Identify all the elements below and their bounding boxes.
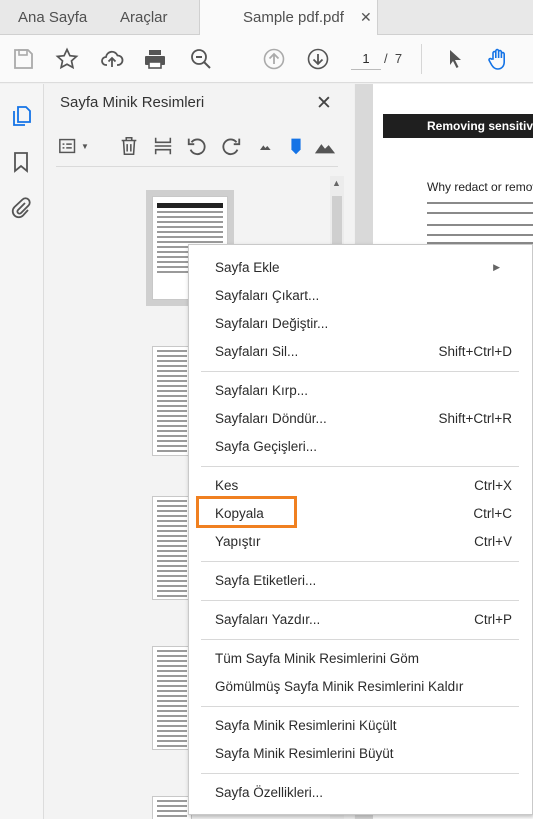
document-header-bar: Removing sensitive: [383, 114, 533, 138]
total-pages: 7: [394, 51, 403, 66]
menu-item-extract-pages[interactable]: Sayfaları Çıkart...: [189, 284, 532, 308]
menu-separator: [201, 706, 519, 707]
panel-divider: [56, 166, 338, 167]
panel-toolbar: ▼: [44, 126, 354, 166]
menu-item-label: Sayfaları Çıkart...: [215, 288, 320, 303]
close-tab-icon[interactable]: ✕: [360, 0, 372, 35]
upload-cloud-icon[interactable]: [98, 45, 126, 73]
document-text-line: [427, 224, 533, 226]
tab-bar: Ana Sayfa Araçlar Sample pdf.pdf ✕: [0, 0, 533, 36]
page-thumbnail[interactable]: [152, 646, 192, 750]
left-rail: [0, 84, 44, 819]
document-text-line: [427, 212, 533, 214]
tab-tools[interactable]: Araçlar: [120, 0, 168, 35]
select-cursor-icon[interactable]: [441, 45, 469, 73]
menu-item-label: Sayfaları Yazdır...: [215, 612, 321, 627]
menu-item-delete-pages[interactable]: Sayfaları Sil... Shift+Ctrl+D: [189, 340, 532, 364]
menu-item-label: Sayfa Özellikleri...: [215, 785, 324, 800]
bookmark-icon[interactable]: [9, 150, 33, 174]
options-menu-icon[interactable]: ▼: [58, 134, 89, 158]
copy-highlight-box: [196, 496, 297, 528]
small-thumbnails-icon[interactable]: [258, 134, 274, 158]
document-text-line: [427, 202, 533, 204]
hand-tool-icon[interactable]: [484, 45, 512, 73]
menu-item-label: Sayfa Minik Resimlerini Küçült: [215, 718, 397, 733]
menu-item-cut[interactable]: Kes Ctrl+X: [189, 474, 532, 498]
menu-item-shortcut: Ctrl+V: [474, 534, 512, 549]
menu-item-insert-page[interactable]: Sayfa Ekle ▶: [189, 256, 532, 280]
menu-item-page-properties[interactable]: Sayfa Özellikleri...: [189, 781, 532, 805]
menu-item-print-pages[interactable]: Sayfaları Yazdır... Ctrl+P: [189, 608, 532, 632]
menu-item-page-labels[interactable]: Sayfa Etiketleri...: [189, 569, 532, 593]
menu-separator: [201, 561, 519, 562]
menu-separator: [201, 639, 519, 640]
menu-item-rotate-pages[interactable]: Sayfaları Döndür... Shift+Ctrl+R: [189, 407, 532, 431]
menu-item-shortcut: Shift+Ctrl+R: [438, 411, 512, 426]
zoom-out-icon[interactable]: [187, 45, 215, 73]
panel-title: Sayfa Minik Resimleri: [60, 94, 205, 111]
page-separator: /: [384, 51, 388, 66]
tab-document[interactable]: Sample pdf.pdf ✕: [199, 0, 378, 36]
menu-item-label: Sayfaları Değiştir...: [215, 316, 329, 331]
thumbnail-size-slider[interactable]: [290, 134, 302, 158]
menu-separator: [201, 773, 519, 774]
attachment-icon[interactable]: [9, 196, 33, 220]
menu-item-replace-pages[interactable]: Sayfaları Değiştir...: [189, 312, 532, 336]
main-toolbar: 1 / 7: [0, 35, 533, 83]
submenu-arrow-icon: ▶: [493, 262, 500, 272]
large-thumbnails-icon[interactable]: [312, 134, 338, 158]
menu-item-label: Sayfaları Sil...: [215, 344, 299, 359]
tab-home[interactable]: Ana Sayfa: [18, 0, 87, 35]
previous-page-icon[interactable]: [260, 45, 288, 73]
menu-item-remove-embedded-thumbnails[interactable]: Gömülmüş Sayfa Minik Resimlerini Kaldır: [189, 675, 532, 699]
menu-item-label: Gömülmüş Sayfa Minik Resimlerini Kaldır: [215, 679, 464, 694]
print-icon[interactable]: [141, 45, 169, 73]
menu-separator: [201, 600, 519, 601]
rotate-left-icon[interactable]: [186, 134, 208, 158]
rotate-right-icon[interactable]: [220, 134, 242, 158]
insert-page-icon[interactable]: [152, 134, 174, 158]
menu-item-label: Sayfaları Döndür...: [215, 411, 327, 426]
scroll-up-icon[interactable]: ▲: [332, 178, 341, 188]
menu-item-label: Sayfa Ekle: [215, 260, 280, 275]
document-text-line: [427, 234, 533, 236]
menu-separator: [201, 371, 519, 372]
menu-item-page-transitions[interactable]: Sayfa Geçişleri...: [189, 435, 532, 459]
menu-item-label: Sayfa Minik Resimlerini Büyüt: [215, 746, 394, 761]
page-thumbnail[interactable]: [152, 346, 192, 456]
menu-separator: [201, 466, 519, 467]
menu-item-label: Sayfa Etiketleri...: [215, 573, 317, 588]
menu-item-label: Yapıştır: [215, 534, 261, 549]
menu-item-enlarge-thumbnails[interactable]: Sayfa Minik Resimlerini Büyüt: [189, 742, 532, 766]
menu-item-label: Kes: [215, 478, 239, 493]
page-count: / 7: [384, 48, 402, 70]
menu-item-label: Sayfa Geçişleri...: [215, 439, 318, 454]
menu-item-reduce-thumbnails[interactable]: Sayfa Minik Resimlerini Küçült: [189, 714, 532, 738]
menu-item-crop-pages[interactable]: Sayfaları Kırp...: [189, 379, 532, 403]
toolbar-divider: [421, 44, 422, 74]
menu-item-label: Tüm Sayfa Minik Resimlerini Göm: [215, 651, 420, 666]
menu-item-paste[interactable]: Yapıştır Ctrl+V: [189, 530, 532, 554]
menu-item-label: Sayfaları Kırp...: [215, 383, 309, 398]
save-icon[interactable]: [9, 45, 37, 73]
page-thumbnail[interactable]: [152, 796, 192, 819]
menu-item-embed-thumbnails[interactable]: Tüm Sayfa Minik Resimlerini Göm: [189, 647, 532, 671]
menu-item-shortcut: Ctrl+C: [473, 506, 512, 521]
next-page-icon[interactable]: [304, 45, 332, 73]
page-thumbnail[interactable]: [152, 496, 192, 600]
trash-icon[interactable]: [118, 134, 140, 158]
menu-item-shortcut: Ctrl+X: [474, 478, 512, 493]
tab-document-label: Sample pdf.pdf: [243, 9, 344, 26]
panel-close-icon[interactable]: ✕: [316, 92, 332, 115]
menu-item-shortcut: Shift+Ctrl+D: [438, 344, 512, 359]
page-number-input[interactable]: 1: [351, 48, 381, 70]
context-menu: Sayfa Ekle ▶ Sayfaları Çıkart... Sayfalar…: [188, 244, 533, 815]
menu-item-shortcut: Ctrl+P: [474, 612, 512, 627]
page-thumbnails-icon[interactable]: [9, 104, 33, 128]
chevron-down-icon: ▼: [81, 141, 89, 151]
star-icon[interactable]: [53, 45, 81, 73]
document-heading: Why redact or remove: [427, 180, 533, 194]
